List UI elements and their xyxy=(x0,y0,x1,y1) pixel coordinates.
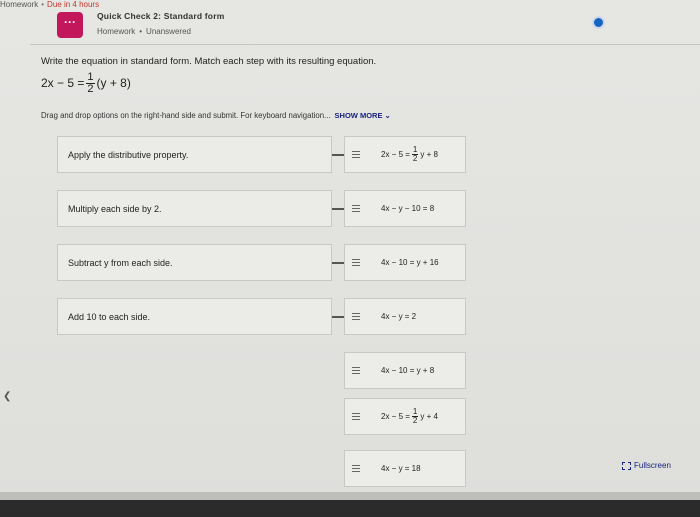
assignment-subtitle: Homework • Unanswered xyxy=(97,27,191,36)
draggable-option[interactable]: 2x − 5 = 12 y + 8 xyxy=(344,136,466,173)
drop-connector xyxy=(332,316,344,318)
equation-left: 2x − 5 = xyxy=(41,76,85,90)
drag-handle-icon[interactable] xyxy=(352,258,360,267)
step-label: Subtract y from each side. xyxy=(68,257,173,268)
page: Homework • Due in 4 hours ··· Quick Check … xyxy=(0,0,700,517)
option-text: 2x − 5 = xyxy=(381,150,410,159)
option-equation: 4x − y = 2 xyxy=(381,312,417,321)
draggable-option[interactable]: 4x − 10 = y + 16 xyxy=(344,244,466,281)
course-label: Homework xyxy=(97,27,136,36)
option-fraction: 12 xyxy=(411,408,419,425)
breadcrumb-homework[interactable]: Homework xyxy=(0,0,38,9)
instruction-text: Drag and drop options on the right-hand … xyxy=(41,111,331,120)
option-text: y + 8 xyxy=(420,150,438,159)
separator-dot: • xyxy=(139,27,143,36)
drag-handle-icon[interactable] xyxy=(352,412,360,421)
option-equation: 4x − y − 10 = 8 xyxy=(381,204,435,213)
show-more-link[interactable]: SHOW MORE ⌄ xyxy=(335,111,391,120)
question-equation: 2x − 5 = 1 2 (y + 8) xyxy=(41,68,131,98)
fraction-denominator: 2 xyxy=(412,416,418,425)
draggable-option[interactable]: 2x − 5 = 12 y + 4 xyxy=(344,398,466,435)
option-equation: 4x − y = 18 xyxy=(381,464,421,473)
fraction-denominator: 2 xyxy=(87,82,94,95)
step-card: Add 10 to each side. xyxy=(57,298,332,335)
status-label: Unanswered xyxy=(146,27,191,36)
fullscreen-icon xyxy=(622,461,631,470)
drag-handle-icon[interactable] xyxy=(352,366,360,375)
drop-connector xyxy=(332,262,344,264)
drag-handle-icon[interactable] xyxy=(352,150,360,159)
due-indicator: Due in 4 hours xyxy=(47,0,100,9)
draggable-option[interactable]: 4x − y − 10 = 8 xyxy=(344,190,466,227)
option-text: y + 4 xyxy=(420,412,438,421)
drag-handle-icon[interactable] xyxy=(352,204,360,213)
step-card: Apply the distributive property. xyxy=(57,136,332,173)
drag-instructions: Drag and drop options on the right-hand … xyxy=(41,111,391,120)
step-card: Subtract y from each side. xyxy=(57,244,332,281)
option-equation: 4x − 10 = y + 16 xyxy=(381,258,439,267)
drop-connector xyxy=(332,154,344,156)
option-fraction: 12 xyxy=(411,146,419,163)
step-label: Add 10 to each side. xyxy=(68,311,151,322)
equation-right: (y + 8) xyxy=(96,76,131,90)
step-card: Multiply each side by 2. xyxy=(57,190,332,227)
assignment-title: Quick Check 2: Standard form xyxy=(97,11,225,21)
fullscreen-button[interactable]: Fullscreen xyxy=(622,461,671,470)
draggable-option[interactable]: 4x − 10 = y + 8 xyxy=(344,352,466,389)
screen-bezel xyxy=(0,492,700,500)
step-label: Apply the distributive property. xyxy=(68,149,189,160)
option-text: 2x − 5 = xyxy=(381,412,410,421)
draggable-option[interactable]: 4x − y = 2 xyxy=(344,298,466,335)
fraction-numerator: 1 xyxy=(86,70,95,84)
option-equation: 4x − 10 = y + 8 xyxy=(381,366,435,375)
separator-dot: • xyxy=(41,0,45,9)
fraction-denominator: 2 xyxy=(412,154,418,163)
bottom-bar xyxy=(0,500,700,517)
question-prompt: Write the equation in standard form. Mat… xyxy=(41,56,377,67)
header-divider xyxy=(30,44,700,45)
info-icon[interactable] xyxy=(592,16,605,29)
drop-connector xyxy=(332,208,344,210)
fullscreen-label: Fullscreen xyxy=(634,461,671,470)
equation-fraction: 1 2 xyxy=(86,70,95,95)
assignment-icon: ··· xyxy=(57,12,83,38)
option-equation: 2x − 5 = 12 y + 8 xyxy=(381,146,438,163)
drag-handle-icon[interactable] xyxy=(352,464,360,473)
cursor-icon: ❮ xyxy=(3,391,12,402)
option-equation: 2x − 5 = 12 y + 4 xyxy=(381,408,438,425)
draggable-option[interactable]: 4x − y = 18 xyxy=(344,450,466,487)
drag-handle-icon[interactable] xyxy=(352,312,360,321)
step-label: Multiply each side by 2. xyxy=(68,203,162,214)
